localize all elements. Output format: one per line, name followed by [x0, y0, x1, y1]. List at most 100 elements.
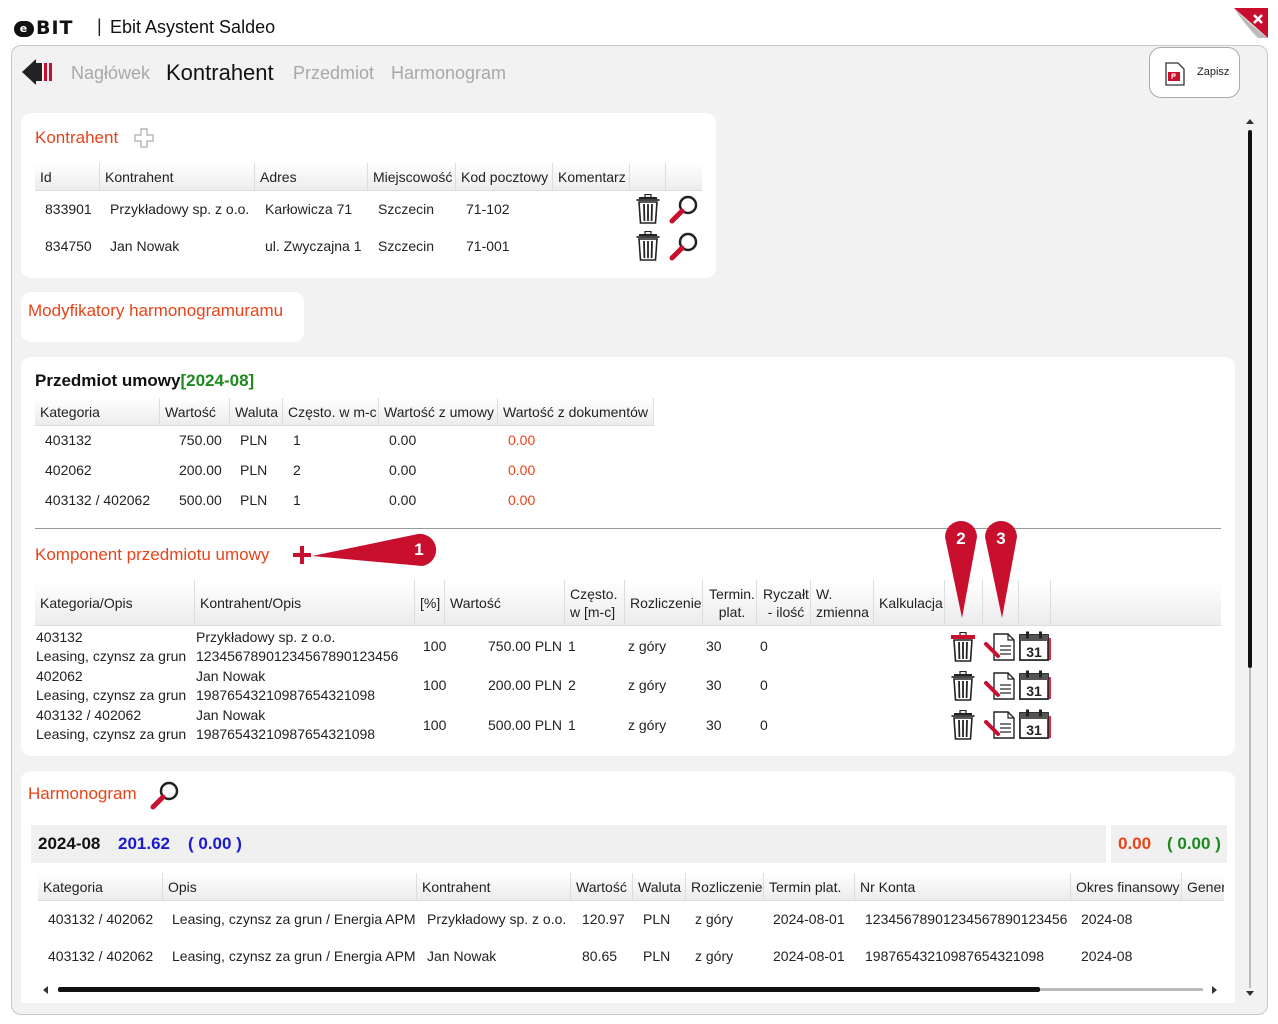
przedmiot-contract: 0.00: [389, 432, 417, 448]
add-kontrahent-icon[interactable]: [134, 128, 154, 148]
scroll-track-v: [1249, 668, 1251, 988]
horizontal-scrollbar[interactable]: [40, 984, 1220, 996]
tab-harmonogram[interactable]: Harmonogram: [391, 63, 506, 84]
komponent-freq: 2: [568, 677, 576, 693]
col-kod[interactable]: Kod pocztowy: [456, 163, 553, 190]
komponent-contr: Jan Nowak: [196, 707, 266, 723]
kontrahent-table-header: Id Kontrahent Adres Miejscowość Kod pocz…: [35, 163, 702, 191]
komponent-term: 30: [706, 677, 722, 693]
col-nr-konta[interactable]: Nr Konta: [855, 873, 1071, 900]
col-kategoria-opis[interactable]: Kategoria/Opis: [35, 580, 195, 625]
col-wartosc[interactable]: Wartość: [571, 873, 633, 900]
col-waluta[interactable]: Waluta: [633, 873, 686, 900]
col-kontrahent[interactable]: Kontrahent: [100, 163, 255, 190]
harm-cur: PLN: [643, 948, 671, 964]
przedmiot-freq: 1: [293, 432, 301, 448]
modyfikatory-title[interactable]: Modyfikatory harmonogramuramu: [28, 301, 283, 321]
komponent-table-header: Kategoria/Opis Kontrahent/Opis [%] Warto…: [35, 580, 1221, 626]
komponent-settle: z góry: [628, 638, 667, 654]
annotation-marker-2: 2: [945, 521, 977, 618]
kontrahent-zip: 71-001: [466, 238, 510, 254]
col-rozliczenie[interactable]: Rozliczenie: [625, 580, 703, 625]
col-id[interactable]: Id: [35, 163, 100, 190]
kontrahent-zip: 71-102: [466, 201, 510, 217]
kontrahent-id: 834750: [45, 238, 92, 254]
col-kontrahent-opis[interactable]: Kontrahent/Opis: [195, 580, 415, 625]
col-ryczalt[interactable]: Ryczałt - ilość: [757, 580, 811, 625]
col-gener[interactable]: Gener: [1182, 873, 1224, 900]
close-icon: [1234, 8, 1268, 38]
col-termin[interactable]: Termin plat.: [764, 873, 855, 900]
calendar-icon[interactable]: 31: [1019, 631, 1051, 661]
harmonogram-search-icon[interactable]: [150, 780, 180, 810]
details-magnifier-icon[interactable]: [669, 194, 699, 224]
harm-desc: Leasing, czynsz za grun / Energia APM: [172, 911, 416, 927]
col-adres[interactable]: Adres: [255, 163, 368, 190]
kontrahent-name: Przykładowy sp. z o.o.: [110, 201, 250, 217]
przedmiot-freq: 2: [293, 462, 301, 478]
komponent-val: 200.00 PLN: [488, 677, 562, 693]
col-wartosc-dokumentow[interactable]: Wartość z dokumentów: [498, 398, 654, 425]
scroll-left-icon[interactable]: [42, 985, 50, 995]
delete-trash-icon[interactable]: [951, 710, 975, 740]
col-action1: [630, 163, 666, 190]
col-wartosc[interactable]: Wartość: [445, 580, 565, 625]
divider: [35, 528, 1221, 529]
col-kategoria[interactable]: Kategoria: [35, 398, 160, 425]
komponent-freq: 1: [568, 717, 576, 733]
kontrahent-address: Karłowicza 71: [265, 201, 353, 217]
przedmiot-cur: PLN: [240, 462, 268, 478]
col-czesto[interactable]: Często. w m-c: [283, 398, 379, 425]
przedmiot-period: [2024-08]: [180, 371, 255, 390]
harm-term: 2024-08-01: [773, 911, 845, 927]
scroll-thumb[interactable]: [58, 987, 1040, 992]
close-button[interactable]: [1234, 8, 1268, 38]
edit-document-icon[interactable]: [984, 671, 1016, 701]
save-button[interactable]: Zapisz: [1149, 47, 1240, 98]
details-magnifier-icon[interactable]: [669, 231, 699, 261]
col-kalkulacja[interactable]: Kalkulacja: [874, 580, 945, 625]
calendar-icon[interactable]: 31: [1019, 709, 1051, 739]
col-miejscowosc[interactable]: Miejscowość: [368, 163, 456, 190]
col-rozliczenie[interactable]: Rozliczenie: [686, 873, 764, 900]
przedmiot-cat: 403132 / 402062: [45, 492, 151, 508]
col-kategoria[interactable]: Kategoria: [38, 873, 163, 900]
delete-trash-icon[interactable]: [636, 194, 660, 224]
col-wartosc-umowy[interactable]: Wartość z umowy: [379, 398, 498, 425]
delete-trash-icon[interactable]: [951, 632, 975, 662]
harm-period: 2024-08: [1081, 948, 1133, 964]
komponent-acct: 19876543210987654321098: [196, 687, 376, 703]
scroll-down-icon[interactable]: [1245, 990, 1255, 998]
col-opis[interactable]: Opis: [163, 873, 417, 900]
col-czesto[interactable]: Często. w [m-c]: [565, 580, 625, 625]
add-komponent-icon[interactable]: [292, 545, 312, 565]
col-w-zmienna[interactable]: W. zmienna: [811, 580, 874, 625]
tab-przedmiot[interactable]: Przedmiot: [293, 63, 374, 84]
przedmiot-title: Przedmiot umowy[2024-08]: [35, 371, 255, 390]
tab-naglowek[interactable]: Nagłówek: [71, 63, 150, 84]
delete-trash-icon[interactable]: [951, 671, 975, 701]
delete-trash-icon[interactable]: [636, 231, 660, 261]
col-komentarz[interactable]: Komentarz: [553, 163, 630, 190]
col-wartosc[interactable]: Wartość: [160, 398, 230, 425]
tab-kontrahent[interactable]: Kontrahent: [166, 60, 274, 86]
vertical-scrollbar[interactable]: [1245, 118, 1255, 1003]
scroll-thumb-v[interactable]: [1248, 130, 1252, 668]
komponent-cat: 403132 / 402062: [36, 707, 142, 723]
komponent-val: 500.00 PLN: [488, 717, 562, 733]
back-button[interactable]: [22, 58, 54, 86]
przedmiot-val: 500.00: [179, 492, 222, 508]
col-procent[interactable]: [%]: [415, 580, 445, 625]
col-okres[interactable]: Okres finansowy: [1071, 873, 1182, 900]
edit-document-icon[interactable]: [984, 632, 1016, 662]
komponent-val: 750.00 PLN: [488, 638, 562, 654]
app-title: Ebit Asystent Saldeo: [110, 17, 276, 37]
edit-document-icon[interactable]: [984, 710, 1016, 740]
komponent-contr: Przykładowy sp. z o.o.: [196, 629, 336, 645]
scroll-right-icon[interactable]: [1210, 985, 1218, 995]
col-waluta[interactable]: Waluta: [230, 398, 283, 425]
calendar-icon[interactable]: 31: [1019, 670, 1051, 700]
col-termin[interactable]: Termin. plat.: [703, 580, 757, 625]
scroll-up-icon[interactable]: [1245, 118, 1255, 126]
col-kontrahent[interactable]: Kontrahent: [417, 873, 571, 900]
